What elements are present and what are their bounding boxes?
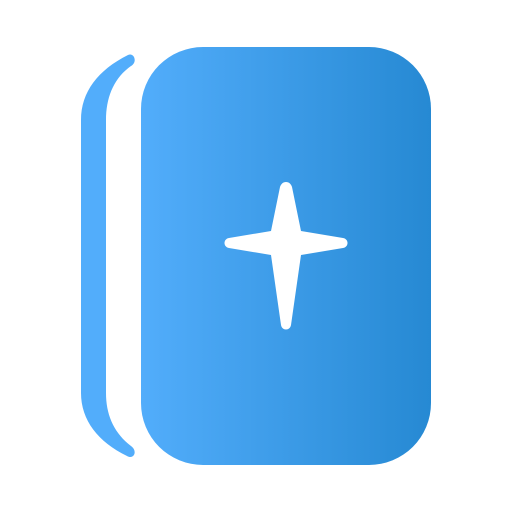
back-card-spine <box>81 54 135 457</box>
card-with-sparkle-icon <box>81 47 431 465</box>
app-icon <box>0 0 512 512</box>
